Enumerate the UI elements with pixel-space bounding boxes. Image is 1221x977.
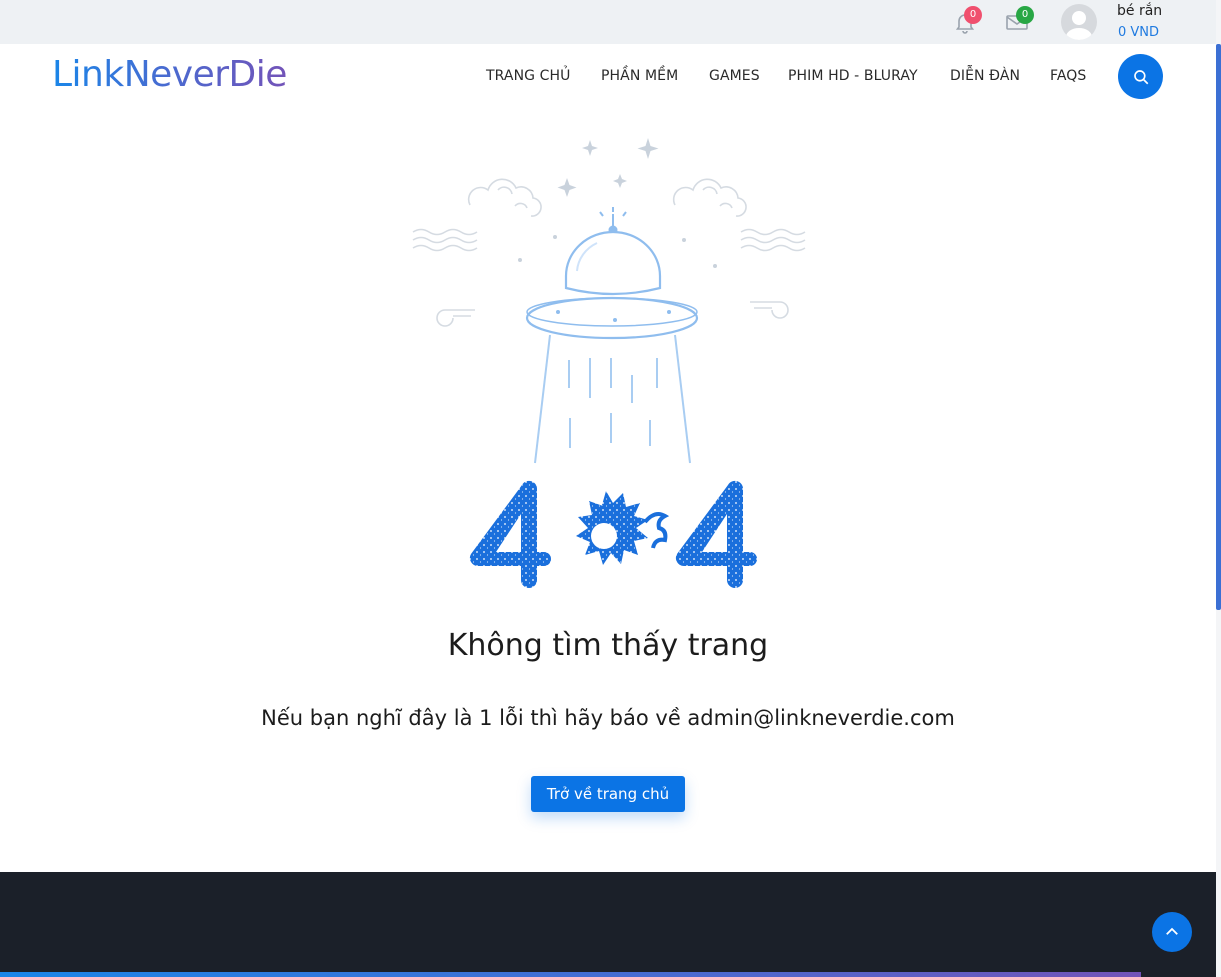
error-code-404	[469, 480, 757, 588]
back-to-top-button[interactable]	[1152, 912, 1192, 952]
digit-four-left	[469, 480, 551, 588]
avatar[interactable]	[1061, 4, 1097, 40]
main-header: LinkNeverDie TRANG CHỦ PHẦN MỀM GAMES PH…	[0, 44, 1216, 110]
cloud-icons	[467, 178, 747, 217]
nav-item-games[interactable]: GAMES	[709, 68, 760, 84]
search-button[interactable]	[1118, 54, 1163, 99]
top-bar: 0 0 bé rắn 0 VND	[0, 0, 1216, 44]
nav-item-forum[interactable]: DIỄN ĐÀN	[950, 68, 1020, 84]
back-to-home-button[interactable]: Trở về trang chủ	[531, 776, 685, 812]
nav-item-movies[interactable]: PHIM HD - BLURAY	[788, 68, 918, 84]
chevron-up-icon	[1166, 927, 1178, 935]
ufo-saucer	[525, 296, 699, 340]
site-logo[interactable]: LinkNeverDie	[52, 54, 287, 95]
ufo-antenna	[599, 207, 627, 235]
error-message: Nếu bạn nghĩ đây là 1 lỗi thì hãy báo về…	[261, 706, 955, 730]
user-name[interactable]: bé rắn	[1117, 3, 1162, 19]
footer-accent-bar	[0, 972, 1141, 977]
message-count-badge: 0	[1016, 6, 1034, 24]
search-icon	[1133, 69, 1148, 84]
notification-button[interactable]: 0	[953, 6, 982, 34]
ufo-404-illustration	[412, 138, 806, 588]
splat-zero	[576, 491, 670, 565]
page-title: Không tìm thấy trang	[447, 628, 769, 663]
ufo-dome	[564, 230, 662, 296]
user-balance: 0 VND	[1118, 25, 1160, 40]
digit-four-right	[675, 480, 757, 588]
footer	[0, 872, 1216, 977]
nav-item-software[interactable]: PHẦN MỀM	[601, 68, 678, 84]
user-avatar-icon	[1066, 11, 1092, 40]
messages-button[interactable]: 0	[1005, 6, 1034, 34]
ufo-light-beam	[534, 334, 691, 464]
scrollbar-thumb[interactable]	[1216, 44, 1221, 610]
page-scrollbar[interactable]	[1216, 0, 1221, 977]
notification-count-badge: 0	[964, 6, 982, 24]
nav-item-faqs[interactable]: FAQS	[1050, 68, 1086, 84]
nav-item-home[interactable]: TRANG CHỦ	[486, 68, 571, 84]
